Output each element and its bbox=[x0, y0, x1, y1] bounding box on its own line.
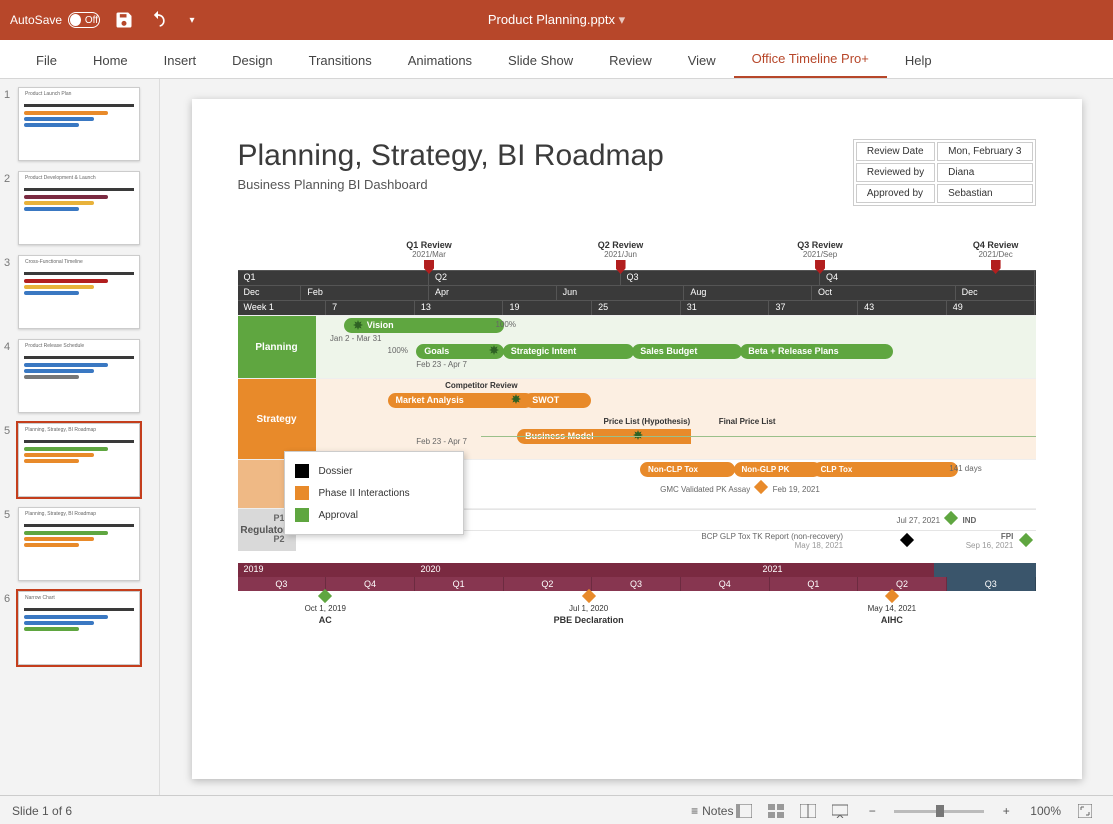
milestone: FPISep 16, 2021 bbox=[966, 532, 1014, 550]
titlebar: AutoSave Off ▾ Product Planning.pptx ▾ bbox=[0, 0, 1113, 40]
ribbon-tab-design[interactable]: Design bbox=[214, 45, 290, 78]
milestone-label: Price List (Hypothesis) bbox=[604, 417, 691, 426]
slide-thumbnail-panel[interactable]: 1Product Launch Plan 2Product Development… bbox=[0, 79, 160, 795]
zoom-level: 100% bbox=[1030, 804, 1061, 818]
ribbon-tab-transitions[interactable]: Transitions bbox=[291, 45, 390, 78]
zoom-out-button[interactable]: − bbox=[862, 801, 882, 821]
task-bar[interactable]: CLP Tox bbox=[813, 462, 958, 477]
slide-thumbnail[interactable]: 2Product Development & Launch bbox=[4, 171, 155, 245]
info-value: Mon, February 3 bbox=[937, 142, 1032, 161]
statusbar: Slide 1 of 6 ≡ Notes − + 100% bbox=[0, 795, 1113, 824]
task-duration: 141 days bbox=[949, 464, 981, 473]
review-marker: Q4 Review2021/Dec bbox=[961, 240, 1031, 274]
slideshow-icon[interactable] bbox=[830, 801, 850, 821]
review-marker: Q3 Review2021/Sep bbox=[785, 240, 855, 274]
milestone: BCP GLP Tox TK Report (non-recovery)May … bbox=[701, 532, 843, 550]
workarea: 1Product Launch Plan 2Product Development… bbox=[0, 79, 1113, 795]
info-value: Diana bbox=[937, 163, 1032, 182]
ribbon-tab-file[interactable]: File bbox=[18, 45, 75, 78]
notes-button[interactable]: ≡ Notes bbox=[702, 801, 722, 821]
info-key: Approved by bbox=[856, 184, 935, 203]
ribbon-tab-view[interactable]: View bbox=[670, 45, 734, 78]
today-line bbox=[481, 436, 1035, 437]
slide-thumbnail[interactable]: 6Narrow Chart bbox=[4, 591, 155, 665]
slide-counter: Slide 1 of 6 bbox=[12, 804, 72, 818]
slide[interactable]: Planning, Strategy, BI Roadmap Business … bbox=[192, 99, 1082, 779]
task-bar[interactable]: Non-CLP Tox bbox=[640, 462, 735, 477]
task-bar[interactable]: SWOT bbox=[524, 393, 590, 408]
legend-item[interactable]: Approval bbox=[295, 504, 453, 526]
swimlane-planning: Planning Vision100%Jan 2 - Mar 31100%Goa… bbox=[238, 315, 1036, 378]
timeline: Q1 Review2021/Mar Q2 Review2021/Jun Q3 Rev… bbox=[238, 240, 1036, 631]
group-label: Competitor Review bbox=[445, 381, 517, 390]
task-bar[interactable]: Vision bbox=[344, 318, 504, 333]
ribbon-tab-office-timeline-pro-[interactable]: Office Timeline Pro+ bbox=[734, 43, 887, 78]
milestone-label: GMC Validated PK Assay Feb 19, 2021 bbox=[660, 482, 820, 494]
timeline-scale: Q1Q2Q3Q4 DecFebAprJunAugOctDec Week 1713… bbox=[238, 270, 1036, 315]
ribbon-tab-home[interactable]: Home bbox=[75, 45, 146, 78]
ribbon-tab-review[interactable]: Review bbox=[591, 45, 670, 78]
zoom-slider[interactable] bbox=[894, 810, 984, 813]
legend-popup[interactable]: DossierPhase II InteractionsApproval bbox=[284, 451, 464, 535]
zoom-in-button[interactable]: + bbox=[996, 801, 1016, 821]
ribbon-tab-slide-show[interactable]: Slide Show bbox=[490, 45, 591, 78]
task-pct: 100% bbox=[388, 346, 408, 355]
task-dates: Feb 23 - Apr 7 bbox=[416, 360, 467, 369]
task-bar[interactable]: Non-GLP PK bbox=[734, 462, 822, 477]
slide-thumbnail[interactable]: 5Planning, Strategy, BI Roadmap bbox=[4, 507, 155, 581]
ribbon-tab-help[interactable]: Help bbox=[887, 45, 950, 78]
bottom-milestone: May 14, 2021AIHC bbox=[852, 591, 932, 625]
fit-to-window-icon[interactable] bbox=[1075, 801, 1095, 821]
slide-info-table: Review DateMon, February 3Reviewed byDia… bbox=[853, 139, 1036, 206]
ribbon: FileHomeInsertDesignTransitionsAnimation… bbox=[0, 40, 1113, 79]
milestone-label: Final Price List bbox=[719, 417, 776, 426]
slide-thumbnail[interactable]: 4Product Release Schedule bbox=[4, 339, 155, 413]
reading-view-icon[interactable] bbox=[798, 801, 818, 821]
qat-dropdown-icon[interactable]: ▾ bbox=[182, 10, 202, 30]
review-marker: Q1 Review2021/Mar bbox=[394, 240, 464, 274]
bottom-milestone: Oct 1, 2019AC bbox=[285, 591, 365, 625]
legend-item[interactable]: Phase II Interactions bbox=[295, 482, 453, 504]
ribbon-tab-animations[interactable]: Animations bbox=[390, 45, 490, 78]
swimlane-label: Strategy bbox=[238, 379, 316, 459]
info-value: Sebastian bbox=[937, 184, 1032, 203]
save-icon[interactable] bbox=[114, 10, 134, 30]
normal-view-icon[interactable] bbox=[734, 801, 754, 821]
slide-thumbnail[interactable]: 1Product Launch Plan bbox=[4, 87, 155, 161]
task-bar[interactable]: Strategic Intent bbox=[503, 344, 634, 359]
task-bar[interactable]: Sales Budget bbox=[632, 344, 742, 359]
task-pct: 100% bbox=[496, 320, 516, 329]
swimlane-label: Planning bbox=[238, 316, 316, 378]
document-title: Product Planning.pptx ▾ bbox=[488, 12, 625, 28]
review-markers: Q1 Review2021/MarQ2 Review2021/JunQ3 Rev… bbox=[238, 240, 1036, 270]
milestone-diamond bbox=[1019, 533, 1033, 547]
bottom-milestone: Jul 1, 2020PBE Declaration bbox=[549, 591, 629, 625]
sorter-view-icon[interactable] bbox=[766, 801, 786, 821]
autosave-label: AutoSave bbox=[10, 13, 62, 27]
legend-item[interactable]: Dossier bbox=[295, 460, 453, 482]
milestone-diamond bbox=[900, 533, 914, 547]
bottom-timeline: 201920202021 Q3Q4Q1Q2Q3Q4Q1Q2Q3 Oct 1, 2… bbox=[238, 563, 1036, 631]
swimlane-strategy: Strategy Competitor ReviewMarket Analysi… bbox=[238, 378, 1036, 459]
ribbon-tab-insert[interactable]: Insert bbox=[146, 45, 215, 78]
milestone: Jul 27, 2021 IND bbox=[896, 513, 976, 525]
undo-icon[interactable] bbox=[148, 10, 168, 30]
autosave-toggle[interactable]: AutoSave Off bbox=[10, 12, 100, 28]
slide-canvas-area[interactable]: Planning, Strategy, BI Roadmap Business … bbox=[160, 79, 1113, 795]
review-marker: Q2 Review2021/Jun bbox=[586, 240, 656, 274]
info-key: Reviewed by bbox=[856, 163, 935, 182]
slide-thumbnail[interactable]: 5Planning, Strategy, BI Roadmap bbox=[4, 423, 155, 497]
task-dates: Jan 2 - Mar 31 bbox=[330, 334, 382, 343]
slide-thumbnail[interactable]: 3Cross-Functional Timeline bbox=[4, 255, 155, 329]
info-key: Review Date bbox=[856, 142, 935, 161]
task-bar[interactable]: Beta + Release Plans bbox=[740, 344, 893, 359]
autosave-switch[interactable]: Off bbox=[68, 12, 100, 28]
task-dates: Feb 23 - Apr 7 bbox=[416, 437, 467, 446]
